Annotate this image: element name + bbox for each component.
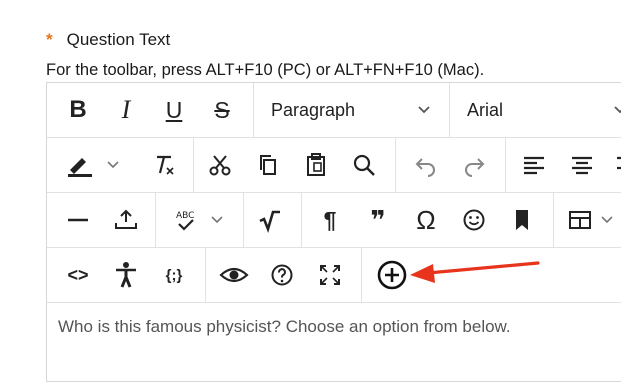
smiley-icon — [463, 209, 485, 231]
cut-button[interactable] — [199, 138, 241, 192]
chevron-down-icon — [418, 106, 430, 114]
insert-button[interactable] — [105, 193, 147, 247]
clear-formatting-icon — [157, 155, 174, 175]
spellcheck-button[interactable]: ABC — [161, 193, 235, 247]
search-icon — [353, 154, 375, 176]
align-center-icon — [572, 156, 592, 175]
json-icon: {;} — [165, 266, 183, 284]
help-icon — [271, 264, 293, 286]
align-right-icon — [617, 156, 621, 170]
underline-icon: U — [165, 96, 183, 123]
find-button[interactable] — [343, 138, 385, 192]
align-left-button[interactable] — [513, 138, 555, 192]
font-family-select[interactable]: Arial — [449, 83, 621, 137]
emoticons-button[interactable] — [453, 193, 495, 247]
paste-button[interactable] — [295, 138, 337, 192]
toolbar-row-1: B I U S Paragraph Arial — [47, 83, 621, 138]
italic-icon: I — [121, 95, 131, 124]
toolbar-separator — [553, 193, 554, 247]
bookmark-icon — [516, 210, 528, 230]
redo-icon — [465, 158, 485, 177]
underline-button[interactable]: U — [153, 83, 195, 137]
copy-button[interactable] — [247, 138, 289, 192]
clear-formatting-button[interactable] — [143, 138, 185, 192]
undo-icon — [415, 158, 435, 177]
square-root-icon — [259, 210, 280, 233]
italic-button[interactable]: I — [105, 83, 147, 137]
toolbar-row-3: ABC ¶ ❞ Ω — [47, 193, 621, 248]
fullscreen-icon — [320, 265, 340, 285]
omega-icon: Ω — [416, 204, 436, 235]
math-equation-button[interactable] — [249, 193, 291, 247]
source-code-button[interactable]: <> — [57, 248, 99, 302]
add-content-button[interactable] — [369, 248, 415, 302]
toolbar-separator — [361, 248, 362, 302]
toolbar-hint: For the toolbar, press ALT+F10 (PC) or A… — [46, 61, 485, 79]
question-text-label: Question Text — [66, 30, 171, 49]
toolbar-separator — [205, 248, 206, 302]
eye-icon — [219, 267, 249, 283]
toolbar-separator — [155, 193, 156, 247]
required-asterisk: * — [46, 30, 53, 49]
align-right-button[interactable] — [609, 138, 621, 192]
horizontal-line-button[interactable] — [57, 193, 99, 247]
format-block-value: Paragraph — [271, 99, 356, 120]
bold-icon: B — [69, 96, 87, 123]
toolbar-separator — [395, 138, 396, 192]
toolbar-separator — [193, 138, 194, 192]
spellcheck-icon: ABC — [176, 211, 223, 231]
pilcrow-icon: ¶ — [323, 206, 337, 233]
text-color-button[interactable] — [57, 138, 131, 192]
bold-button[interactable]: B — [57, 83, 99, 137]
table-icon — [569, 211, 613, 229]
svg-text:ABC: ABC — [176, 211, 194, 221]
font-family-value: Arial — [467, 99, 504, 120]
insert-icon — [115, 209, 137, 229]
toolbar-separator — [243, 193, 244, 247]
toolbar-row-2 — [47, 138, 621, 193]
fullscreen-button[interactable] — [309, 248, 351, 302]
align-center-button[interactable] — [561, 138, 603, 192]
chevron-down-icon — [614, 106, 621, 114]
scissors-icon — [209, 155, 231, 176]
toolbar-separator — [505, 138, 506, 192]
clipboard-icon — [307, 153, 325, 176]
copy-icon — [260, 155, 276, 175]
json-button[interactable]: {;} — [153, 248, 195, 302]
code-icon: <> — [67, 264, 89, 285]
accessibility-icon — [116, 262, 136, 288]
quote-icon: ❞ — [370, 204, 386, 235]
editor-content-text: Who is this famous physicist? Choose an … — [58, 317, 511, 336]
plus-circle-icon — [377, 260, 407, 290]
strikethrough-icon: S — [214, 96, 230, 123]
toolbar-row-4: <> {;} — [47, 248, 621, 303]
show-blocks-button[interactable]: ¶ — [309, 193, 351, 247]
toolbar-separator — [301, 193, 302, 247]
accessibility-checker-button[interactable] — [105, 248, 147, 302]
format-block-select[interactable]: Paragraph — [253, 83, 449, 137]
editor-content-area[interactable]: Who is this famous physicist? Choose an … — [47, 303, 621, 383]
redo-button[interactable] — [453, 138, 495, 192]
table-button[interactable] — [559, 193, 621, 247]
align-left-icon — [524, 156, 544, 175]
question-text-label-row: * Question Text — [46, 30, 170, 50]
highlighter-icon — [68, 158, 119, 177]
rich-text-editor: B I U S Paragraph Arial ABC ¶ ❞ Ω <> {;}… — [46, 82, 621, 382]
bookmark-button[interactable] — [501, 193, 543, 247]
blockquote-button[interactable]: ❞ — [357, 193, 399, 247]
horizontal-line-icon — [68, 218, 88, 222]
undo-button[interactable] — [405, 138, 447, 192]
special-character-button[interactable]: Ω — [405, 193, 447, 247]
preview-button[interactable] — [213, 248, 255, 302]
help-button[interactable] — [261, 248, 303, 302]
strikethrough-button[interactable]: S — [201, 83, 243, 137]
